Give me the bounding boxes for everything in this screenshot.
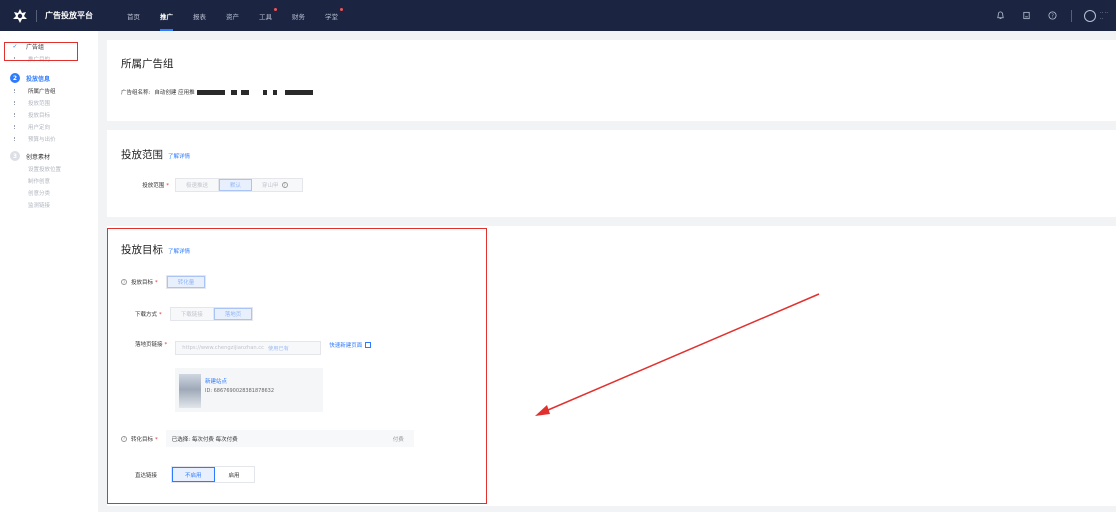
scope-label: 投放范围 * [142,183,169,189]
redacted-text [272,89,277,95]
message-icon[interactable] [1021,11,1031,21]
panel-scope-title-row: 投放范围 了解详情 [121,147,190,162]
sidebar-item-budget[interactable]: 预算与出价 [0,133,98,145]
sidebar-item-scope[interactable]: 投放范围 [0,97,98,109]
help-icon[interactable]: ? [1047,11,1057,21]
redacted-text [196,89,225,95]
sidebar-item-targeting[interactable]: 用户定向 [0,121,98,133]
ad-group-name-label: 广告组名称: [121,90,151,96]
main-nav: 首页 推广 报表 资产 工具 财务 学堂 [117,0,348,31]
bell-icon[interactable] [995,11,1005,21]
scope-option-default[interactable]: 默认 [219,179,253,191]
nav-finance[interactable]: 财务 [282,0,315,31]
top-navigation-bar: 广告投放平台 首页 推广 报表 资产 工具 财务 学堂 ? ·· ·· ·· [0,0,1116,31]
scope-row: 投放范围 * 极速推送 默认 穿山甲? [125,178,303,192]
sidebar-item-ad-group[interactable]: 所属广告组 [0,85,98,97]
step-number-3: 3 [10,151,20,161]
ad-group-name-row: 广告组名称: 自动创建 应用推 [121,88,313,96]
step-creative[interactable]: 3 创意素材 [0,149,98,163]
redacted-text [230,89,237,95]
panel-ad-group: 所属广告组 广告组名称: 自动创建 应用推 [107,40,1116,121]
panel-ad-group-title: 所属广告组 [121,58,174,70]
help-icon: ? [281,182,288,188]
annotation-highlight-box [107,228,487,504]
sidebar-item-monitor-link[interactable]: 监测链接 [0,199,98,211]
top-right-tools: ? ·· ·· ·· [987,0,1116,31]
nav-assets[interactable]: 资产 [216,0,249,31]
sidebar-item-goal[interactable]: 投放目标 [0,109,98,121]
nav-reports[interactable]: 报表 [183,0,216,31]
step-number-2: 2 [10,73,20,83]
redacted-text [284,89,313,95]
redacted-text [240,89,249,95]
brand-divider [36,9,37,22]
scope-learn-more-link[interactable]: 了解详情 [168,152,190,160]
top-right-divider [1071,9,1072,22]
panel-scope: 投放范围 了解详情 投放范围 * 极速推送 默认 穿山甲? [107,130,1116,217]
sidebar-item-creative-category[interactable]: 创意分类 [0,187,98,199]
step-delivery-info-title: 投放信息 [26,75,51,83]
panel-scope-title: 投放范围 [121,149,163,161]
step-creative-title: 创意素材 [26,153,51,161]
user-name-blurred[interactable]: ·· ·· ·· [1100,10,1116,22]
redacted-text [262,89,267,95]
logo-icon[interactable] [8,0,32,31]
avatar[interactable] [1084,9,1096,22]
scope-option-fast[interactable]: 极速推送 [176,179,220,191]
nav-promote[interactable]: 推广 [150,0,183,31]
ad-group-name-value: 自动创建 应用推 [154,90,195,96]
nav-academy-dot [340,8,343,11]
brand-name: 广告投放平台 [45,11,93,20]
step-delivery-info[interactable]: 2 投放信息 [0,71,98,85]
scope-segmented: 极速推送 默认 穿山甲? [175,178,303,192]
nav-home[interactable]: 首页 [117,0,150,31]
nav-tools-dot [274,8,277,11]
current-step-highlight [4,42,78,61]
svg-text:?: ? [1051,13,1054,19]
nav-academy[interactable]: 学堂 [315,0,348,31]
step-sidebar: ✓ 广告组 推广目的 2 投放信息 所属广告组 投放范围 投放目标 用户定向 预… [0,31,98,512]
nav-tools[interactable]: 工具 [249,0,282,31]
scope-option-pangle[interactable]: 穿山甲? [252,179,302,191]
sidebar-item-placement[interactable]: 设置投放位置 [0,163,98,175]
sidebar-item-make-creative[interactable]: 制作创意 [0,175,98,187]
